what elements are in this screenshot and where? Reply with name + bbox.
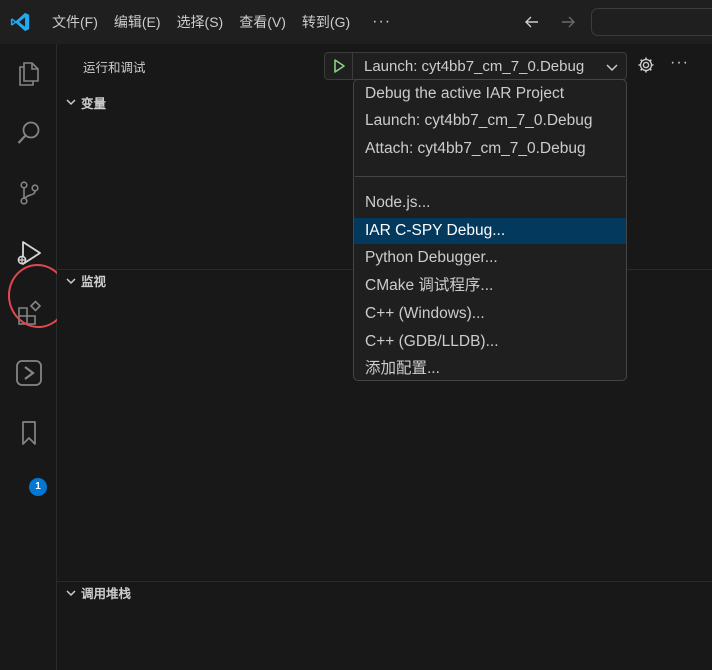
command-center-search[interactable] [591,8,712,36]
source-control-icon[interactable] [0,168,57,218]
bookmarks-icon[interactable] [0,408,57,458]
menu-more-button[interactable]: ··· [364,8,399,36]
dropdown-item[interactable]: C++ (Windows)... [354,301,626,327]
back-arrow-icon[interactable] [520,8,544,36]
explorer-icon[interactable] [0,48,57,98]
dropdown-item[interactable]: Node.js... [354,190,626,216]
title-bar: 文件(F) 编辑(E) 选择(S) 查看(V) 转到(G) ··· [0,0,712,44]
sidebar-title: 运行和调试 [83,61,146,75]
dropdown-item[interactable]: Launch: cyt4bb7_cm_7_0.Debug [354,108,626,134]
start-debugging-button[interactable] [325,53,353,79]
dropdown-item[interactable]: CMake 调试程序... [354,273,626,299]
dropdown-separator [355,176,625,177]
section-label: 监视 [81,275,107,289]
menu-bar: 文件(F) 编辑(E) 选择(S) 查看(V) 转到(G) ··· [44,0,399,44]
section-callstack[interactable]: 调用堆栈 [57,581,712,603]
activity-bar: 1 [0,44,73,670]
menu-go[interactable]: 转到(G) [294,8,358,36]
vscode-logo-icon [0,0,40,44]
menu-view[interactable]: 查看(V) [231,8,294,36]
chevron-down-icon[interactable] [604,59,620,80]
gear-icon[interactable] [637,56,655,79]
bookmarks-count-badge: 1 [29,478,47,496]
menu-edit[interactable]: 编辑(E) [106,8,169,36]
more-actions-button[interactable]: ··· [670,54,689,72]
dropdown-item[interactable]: C++ (GDB/LLDB)... [354,329,626,355]
debug-config-dropdown: Debug the active IAR Project Launch: cyt… [353,79,627,381]
dropdown-item[interactable]: Python Debugger... [354,245,626,271]
dropdown-item[interactable]: 添加配置... [354,356,626,382]
remote-explorer-icon[interactable] [0,348,57,398]
section-label: 调用堆栈 [81,587,132,601]
config-name: Launch: cyt4bb7_cm_7_0.Debug [364,57,585,75]
menu-selection[interactable]: 选择(S) [169,8,232,36]
forward-arrow-icon[interactable] [556,8,580,36]
chevron-down-icon [57,587,81,599]
chevron-down-icon [57,96,81,108]
dropdown-item[interactable]: Debug the active IAR Project [354,81,626,107]
menu-file[interactable]: 文件(F) [44,8,106,36]
debug-config-selector[interactable]: Launch: cyt4bb7_cm_7_0.Debug [324,52,627,80]
dropdown-item[interactable]: Attach: cyt4bb7_cm_7_0.Debug [354,136,626,162]
search-icon[interactable] [0,108,57,158]
chevron-down-icon [57,275,81,287]
dropdown-item-selected[interactable]: IAR C-SPY Debug... [354,218,626,244]
section-label: 变量 [81,96,107,111]
